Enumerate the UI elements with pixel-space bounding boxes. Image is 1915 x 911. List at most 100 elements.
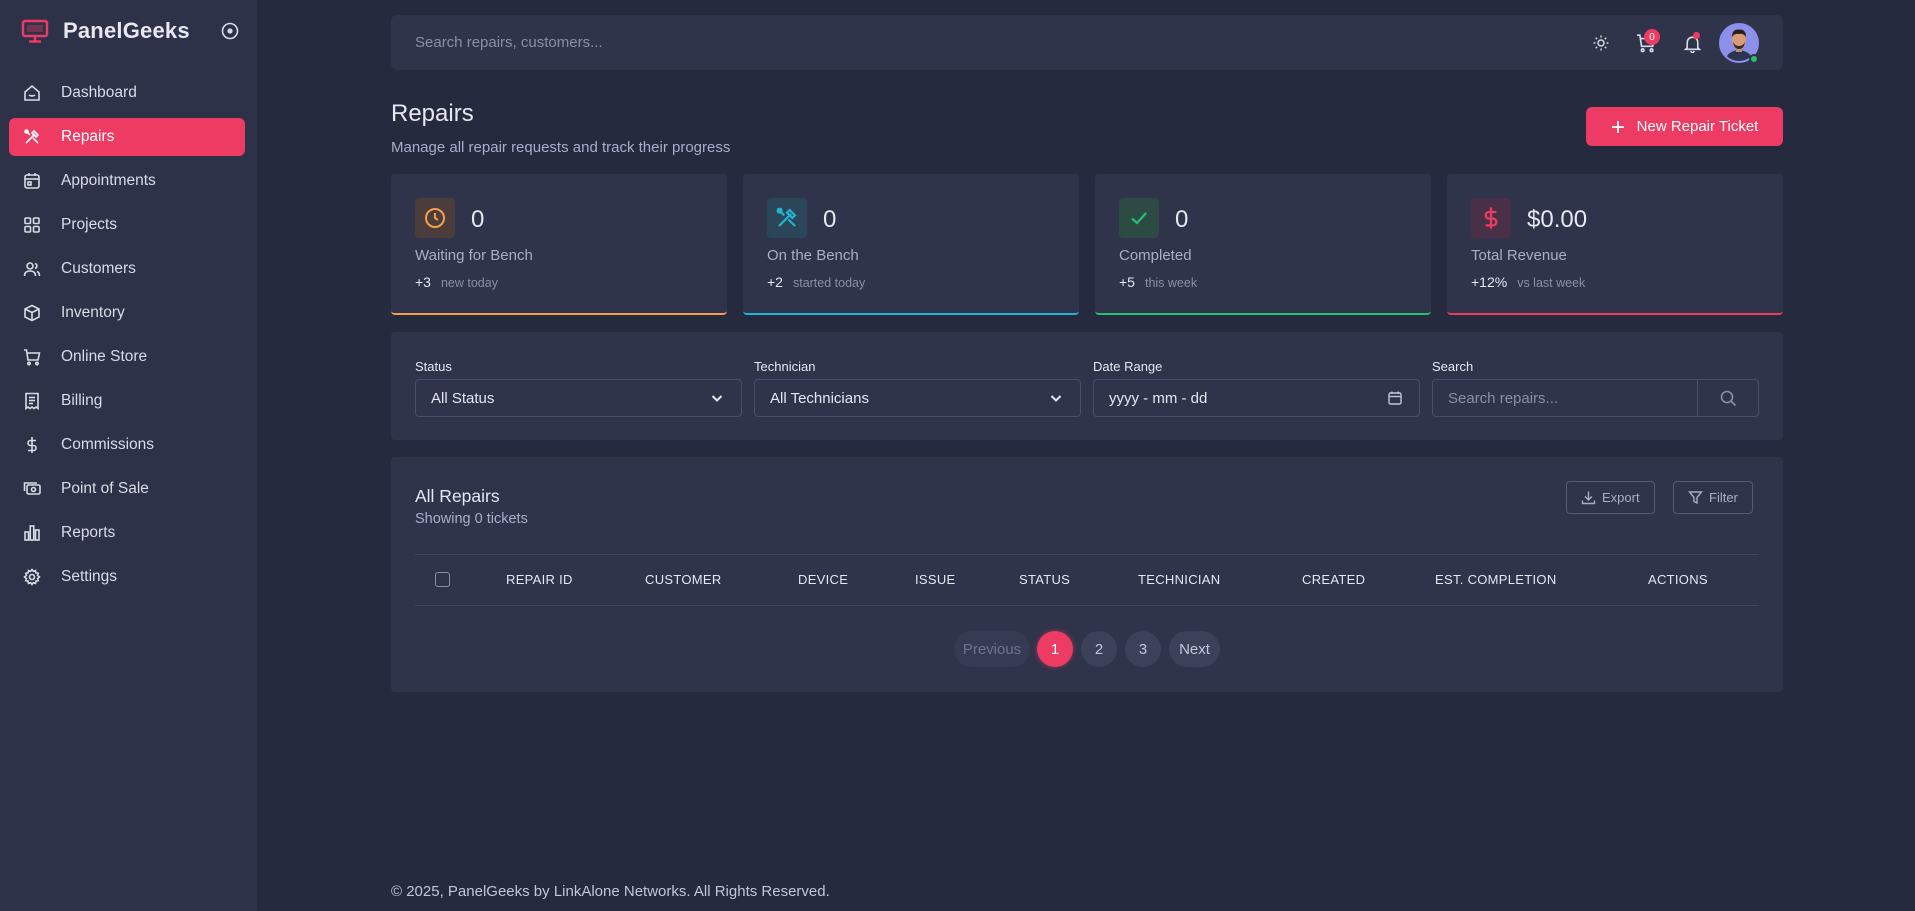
chevron-down-icon: [709, 390, 725, 406]
sidebar-item-label: Online Store: [61, 348, 148, 365]
sidebar-nav: Dashboard Repairs Appointments Projects …: [9, 74, 245, 602]
sidebar-item-reports[interactable]: Reports: [9, 514, 245, 552]
filter-label: Filter: [1709, 490, 1738, 505]
global-search-input[interactable]: Search repairs, customers...: [415, 34, 603, 51]
sun-icon[interactable]: [1590, 32, 1612, 54]
stat-value: $0.00: [1527, 206, 1588, 233]
stat-delta-note: this week: [1144, 276, 1198, 290]
new-repair-ticket-label: New Repair Ticket: [1636, 118, 1759, 135]
column-header-technician[interactable]: TECHNICIAN: [1138, 572, 1220, 587]
sidebar-item-billing[interactable]: Billing: [9, 382, 245, 420]
sidebar-item-label: Customers: [61, 260, 136, 277]
stat-delta-note: new today: [440, 276, 498, 290]
home-icon: [22, 83, 42, 103]
export-label: Export: [1602, 490, 1640, 505]
stat-label: On the Bench: [767, 247, 859, 264]
sidebar-item-label: Appointments: [61, 172, 156, 189]
funnel-icon: [1688, 490, 1703, 505]
search-filter-label: Search: [1432, 359, 1474, 374]
filter-button[interactable]: Filter: [1673, 481, 1753, 514]
page-subtitle: Manage all repair requests and track the…: [391, 139, 731, 156]
notification-dot: [1693, 32, 1700, 39]
monitor-logo-icon: [21, 18, 49, 44]
stat-card-revenue: $0.00 Total Revenue +12% vs last week: [1447, 174, 1783, 315]
select-all-checkbox[interactable]: [435, 572, 450, 587]
sidebar-toggle-icon[interactable]: [220, 21, 240, 41]
stat-label: Completed: [1119, 247, 1192, 264]
table-header-row: REPAIR ID CUSTOMER DEVICE ISSUE STATUS T…: [415, 554, 1759, 606]
sidebar-item-label: Projects: [61, 216, 117, 233]
column-header-issue[interactable]: ISSUE: [915, 572, 956, 587]
date-range-input[interactable]: yyyy - mm - dd: [1093, 379, 1420, 417]
stat-delta: +2 started today: [767, 274, 865, 290]
clock-icon: [415, 198, 455, 238]
box-icon: [22, 303, 42, 323]
column-header-status[interactable]: STATUS: [1019, 572, 1070, 587]
stat-value: 0: [1175, 206, 1189, 233]
sidebar-item-inventory[interactable]: Inventory: [9, 294, 245, 332]
pagination-page-2[interactable]: 2: [1081, 631, 1117, 667]
users-icon: [22, 259, 42, 279]
sidebar: PanelGeeks Dashboard Repairs Appointment…: [0, 0, 257, 911]
brand-name: PanelGeeks: [63, 18, 190, 43]
technician-select-value: All Technicians: [770, 389, 869, 407]
stat-delta-value: +2: [767, 274, 783, 290]
cash-icon: [22, 479, 42, 499]
sidebar-item-customers[interactable]: Customers: [9, 250, 245, 288]
cart-count-badge: 0: [1644, 29, 1660, 45]
sidebar-item-online-store[interactable]: Online Store: [9, 338, 245, 376]
table-title: All Repairs: [415, 486, 500, 506]
stat-delta: +5 this week: [1119, 274, 1197, 290]
status-select-value: All Status: [431, 389, 495, 407]
search-repairs-placeholder: Search repairs...: [1448, 389, 1559, 407]
sidebar-item-label: Inventory: [61, 304, 125, 321]
search-button[interactable]: [1697, 379, 1759, 417]
repairs-table-panel: All Repairs Showing 0 tickets Export Fil…: [391, 457, 1783, 692]
sidebar-item-projects[interactable]: Projects: [9, 206, 245, 244]
calendar-icon: [22, 171, 42, 191]
check-icon: [1119, 198, 1159, 238]
stat-delta-note: vs last week: [1517, 276, 1586, 290]
stat-delta-value: +5: [1119, 274, 1135, 290]
stat-delta-note: started today: [792, 276, 866, 290]
dollar-icon: [22, 435, 42, 455]
pagination-previous-button[interactable]: Previous: [954, 631, 1030, 667]
status-filter-label: Status: [415, 359, 452, 374]
sidebar-item-label: Commissions: [61, 436, 155, 453]
sidebar-item-appointments[interactable]: Appointments: [9, 162, 245, 200]
column-header-actions: ACTIONS: [1648, 572, 1708, 587]
column-header-created[interactable]: CREATED: [1302, 572, 1365, 587]
technician-select[interactable]: All Technicians: [754, 379, 1081, 417]
sidebar-item-label: Repairs: [61, 128, 115, 145]
sidebar-item-label: Dashboard: [61, 84, 137, 101]
column-header-device[interactable]: DEVICE: [798, 572, 848, 587]
dollar-icon: [1471, 198, 1511, 238]
column-header-customer[interactable]: CUSTOMER: [645, 572, 722, 587]
brand[interactable]: PanelGeeks: [21, 16, 190, 46]
sidebar-item-repairs[interactable]: Repairs: [9, 118, 245, 156]
search-repairs-input[interactable]: Search repairs...: [1432, 379, 1698, 417]
stat-card-waiting: 0 Waiting for Bench +3 new today: [391, 174, 727, 315]
export-button[interactable]: Export: [1566, 481, 1655, 514]
grid-icon: [22, 215, 42, 235]
table-subtitle: Showing 0 tickets: [415, 511, 528, 527]
sidebar-item-label: Point of Sale: [61, 480, 149, 497]
column-header-repair-id[interactable]: REPAIR ID: [506, 572, 573, 587]
sidebar-item-dashboard[interactable]: Dashboard: [9, 74, 245, 112]
new-repair-ticket-button[interactable]: New Repair Ticket: [1586, 107, 1783, 146]
sidebar-item-settings[interactable]: Settings: [9, 558, 245, 596]
sidebar-item-label: Reports: [61, 524, 116, 541]
sidebar-item-point-of-sale[interactable]: Point of Sale: [9, 470, 245, 508]
pagination-next-button[interactable]: Next: [1169, 631, 1220, 667]
stat-delta: +12% vs last week: [1471, 274, 1585, 290]
bar-chart-icon: [22, 523, 42, 543]
online-status-dot: [1749, 54, 1759, 64]
cart-icon: [22, 347, 42, 367]
pagination-page-1[interactable]: 1: [1037, 631, 1073, 667]
calendar-icon[interactable]: [1387, 390, 1403, 406]
sidebar-item-commissions[interactable]: Commissions: [9, 426, 245, 464]
column-header-est-completion[interactable]: EST. COMPLETION: [1435, 572, 1557, 587]
stat-label: Total Revenue: [1471, 247, 1567, 264]
pagination-page-3[interactable]: 3: [1125, 631, 1161, 667]
status-select[interactable]: All Status: [415, 379, 742, 417]
